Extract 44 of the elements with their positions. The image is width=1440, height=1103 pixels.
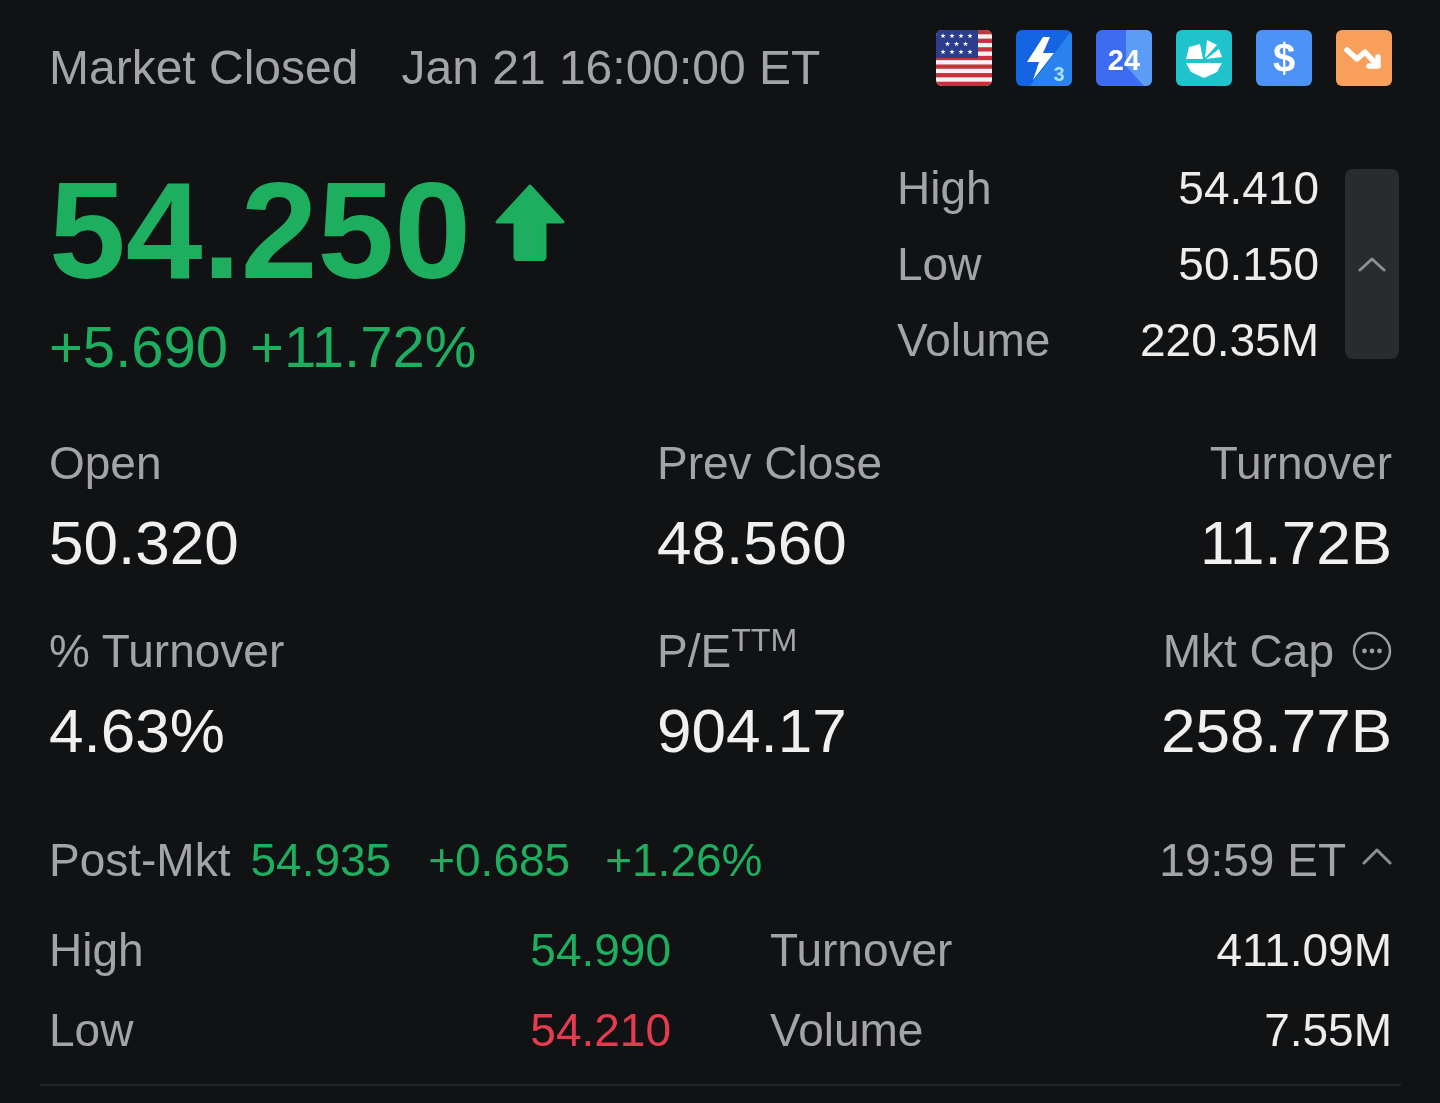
last-price: 54.250: [49, 160, 472, 300]
post-market-percent: +1.26%: [605, 833, 763, 888]
market-status: Market Closed: [49, 40, 359, 96]
stat-label: Open: [49, 436, 162, 491]
stat-value: 4.63%: [49, 696, 225, 766]
stat-value: 904.17: [657, 696, 847, 766]
market-time: Jan 21 16:00:00 ET: [401, 40, 821, 96]
toggle-button[interactable]: [1345, 168, 1399, 359]
stat-value: 258.77B: [1161, 696, 1392, 766]
post-market-price: 54.935: [250, 833, 392, 888]
post-stat-value: 7.55M: [1264, 1003, 1392, 1057]
stat-label: P/E$^{TTM}$: [657, 621, 798, 679]
stat-label: Turnover: [1209, 436, 1392, 491]
post-stat-value: 54.210: [530, 1003, 671, 1057]
percent-change: +11.72%: [250, 315, 477, 379]
stat-label: % Turnover: [49, 624, 285, 679]
post-stat-value: 411.09M: [1216, 923, 1392, 977]
stat-value: 50.320: [49, 508, 239, 578]
chevron-up-icon[interactable]: [1362, 847, 1392, 865]
numeral-tile-icon[interactable]: 24: [1096, 30, 1152, 86]
range-value: 50.150: [1177, 236, 1319, 292]
range-value: 220.35M: [1140, 312, 1319, 368]
stat-value: 48.560: [657, 508, 847, 578]
post-market-label: Post-Mkt: [49, 833, 231, 888]
stat-value: 11.72B: [1200, 508, 1392, 578]
post-stat-value: 54.990: [530, 923, 671, 977]
post-stat-label: Volume: [770, 1003, 924, 1057]
post-stat-label: Low: [49, 1003, 134, 1057]
flag-icon[interactable]: [936, 30, 992, 86]
stat-label: Prev Close: [657, 436, 882, 491]
dollar-icon[interactable]: $: [1256, 30, 1312, 86]
post-market-time: 19:59 ET: [1159, 833, 1346, 888]
post-stat-label: Turnover: [770, 923, 953, 977]
price-change: +5.690: [49, 315, 228, 379]
range-label: Low: [897, 236, 983, 292]
post-market-change: +0.685: [428, 833, 571, 888]
stat-label: Mkt Cap: [1162, 624, 1334, 679]
more-icon[interactable]: [1352, 631, 1392, 671]
lightning-icon[interactable]: 3: [1016, 30, 1072, 86]
range-label: High: [897, 160, 993, 216]
chevron-up-icon: [1358, 255, 1386, 272]
range-value: 54.410: [1177, 160, 1319, 216]
post-stat-label: High: [49, 923, 144, 977]
range-label: Volume: [897, 312, 1052, 368]
